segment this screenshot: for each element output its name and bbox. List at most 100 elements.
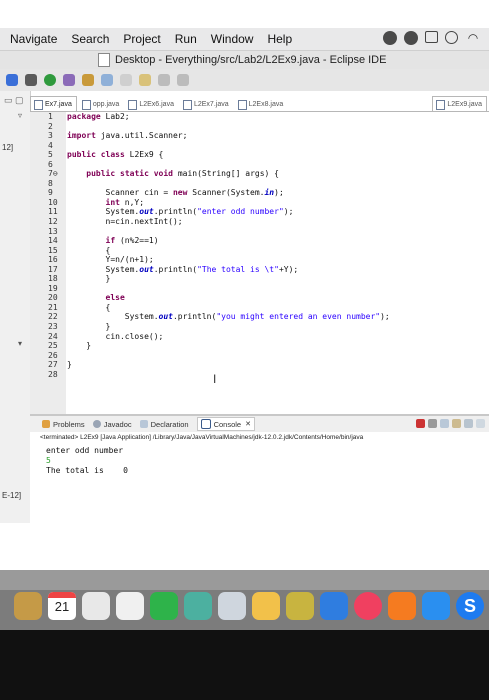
code-line: 2	[30, 122, 489, 132]
line-number: 10	[48, 197, 58, 207]
tab-l2ex8[interactable]: L2Ex8.java	[235, 97, 288, 111]
user-icon[interactable]	[404, 31, 418, 45]
tab-l2ex9[interactable]: L2Ex9.java	[432, 96, 487, 111]
menu-search[interactable]: Search	[64, 32, 116, 46]
menu-help[interactable]: Help	[260, 32, 299, 46]
line-number: 17	[48, 264, 58, 274]
menu-run[interactable]: Run	[168, 32, 204, 46]
numbers-icon[interactable]	[286, 592, 314, 620]
app-store-icon[interactable]	[422, 592, 450, 620]
code-text: int n,Y;	[105, 197, 145, 207]
code-text: System.out.println("you might entered an…	[67, 312, 390, 322]
keynote-icon[interactable]	[320, 592, 348, 620]
books-icon[interactable]	[388, 592, 416, 620]
menu-window[interactable]: Window	[204, 32, 261, 46]
display-icon[interactable]	[425, 31, 438, 43]
minimize-icon[interactable]: ▭ ▢	[4, 95, 24, 106]
forward-arrow-icon[interactable]	[177, 74, 189, 86]
line-number: 15	[48, 245, 58, 255]
dock: 21 S	[0, 570, 489, 630]
package-explorer-collapsed: ▭ ▢ ▿ 12] ▾ E-12]	[0, 91, 31, 523]
notes-icon[interactable]	[82, 592, 110, 620]
terminate-icon[interactable]	[416, 419, 425, 428]
code-line: 10 int n,Y;	[30, 198, 489, 208]
code-line: 21 {	[30, 303, 489, 313]
reminders-icon[interactable]	[116, 592, 144, 620]
code-line: 17 System.out.println("The total is \t"+…	[30, 265, 489, 275]
coverage-icon[interactable]	[63, 74, 75, 86]
tab-opp[interactable]: opp.java	[79, 97, 123, 111]
music-icon[interactable]	[354, 592, 382, 620]
remove-launch-icon[interactable]	[428, 419, 437, 428]
status-tray: ◠	[383, 31, 481, 45]
line-number: 14	[48, 236, 58, 246]
line-number: 7⊖	[48, 169, 58, 179]
collapse-arrow-icon[interactable]: ▾	[18, 339, 22, 348]
code-line: 28	[30, 370, 489, 380]
clear-console-icon[interactable]	[440, 419, 449, 428]
code-editor[interactable]: 1 package Lab2; 2 3 import java.util.Scanner…	[30, 112, 489, 414]
build-icon[interactable]	[25, 74, 37, 86]
code-line: 6	[30, 160, 489, 170]
pin-console-icon[interactable]	[476, 419, 485, 428]
tab-l2ex7[interactable]: L2Ex7.java	[180, 97, 233, 111]
line-number: 8	[48, 178, 53, 188]
console-tabs: Problems Javadoc Declaration Console ✕	[30, 416, 489, 432]
line-number: 19	[48, 283, 58, 293]
close-icon[interactable]: ✕	[245, 420, 251, 428]
tab-declaration[interactable]: Declaration	[139, 420, 189, 429]
messages-icon[interactable]	[150, 592, 178, 620]
document-icon	[98, 53, 110, 67]
tab-javadoc[interactable]: Javadoc	[92, 420, 132, 429]
view-menu-icon[interactable]: ▿	[18, 111, 22, 120]
code-text: Y=n/(n+1);	[67, 255, 154, 265]
clock-icon[interactable]	[445, 31, 458, 44]
line-number: 12	[48, 217, 58, 227]
tab-ex7[interactable]: Ex7.java	[30, 96, 77, 111]
menu-project[interactable]: Project	[116, 32, 167, 46]
word-wrap-icon[interactable]	[464, 419, 473, 428]
code-text: package Lab2;	[67, 112, 130, 121]
line-number: 3	[48, 131, 53, 141]
skype-icon[interactable]: S	[456, 592, 484, 620]
calendar-icon[interactable]: 21	[48, 592, 76, 620]
code-text: else	[105, 293, 125, 303]
annotation-icon[interactable]	[139, 74, 151, 86]
preview-icon[interactable]	[218, 592, 246, 620]
maps-icon[interactable]	[184, 592, 212, 620]
new-package-icon[interactable]	[82, 74, 94, 86]
wifi-icon[interactable]: ◠	[465, 31, 481, 45]
code-text: n=cin.nextInt();	[67, 217, 183, 227]
line-number: 9	[48, 188, 53, 198]
tab-l2ex6[interactable]: L2Ex6.java	[125, 97, 178, 111]
code-line: 22 System.out.println("you might entered…	[30, 312, 489, 322]
new-class-icon[interactable]	[101, 74, 113, 86]
tab-console[interactable]: Console ✕	[196, 417, 255, 431]
search-icon[interactable]	[120, 74, 132, 86]
text-cursor-icon: I	[213, 372, 217, 386]
window-title-bar: Desktop - Everything/src/Lab2/L2Ex9.java…	[0, 51, 489, 69]
line-number: 13	[48, 226, 58, 236]
line-number: 16	[48, 255, 58, 265]
debug-icon[interactable]	[6, 74, 18, 86]
code-line: 16 Y=n/(n+1);	[30, 255, 489, 265]
java-file-icon	[34, 100, 43, 110]
line-number: 20	[48, 293, 58, 303]
scroll-lock-icon[interactable]	[452, 419, 461, 428]
code-line: 18 }	[30, 274, 489, 284]
code-line: 25 }	[30, 341, 489, 351]
line-number: 4	[48, 140, 53, 150]
code-line: 7⊖ public static void main(String[] args…	[30, 169, 489, 179]
tab-problems[interactable]: Problems	[42, 420, 85, 429]
back-arrow-icon[interactable]	[158, 74, 170, 86]
declaration-icon	[139, 420, 148, 428]
contacts-icon[interactable]	[14, 592, 42, 620]
photos-icon[interactable]	[252, 592, 280, 620]
java-file-icon	[128, 100, 138, 110]
menu-navigate[interactable]: Navigate	[8, 32, 64, 46]
menu-bar: Navigate Search Project Run Window Help …	[0, 28, 489, 51]
code-text: {	[67, 302, 111, 312]
record-icon[interactable]	[383, 31, 397, 45]
line-number: 2	[48, 121, 53, 131]
run-icon[interactable]	[44, 74, 56, 86]
